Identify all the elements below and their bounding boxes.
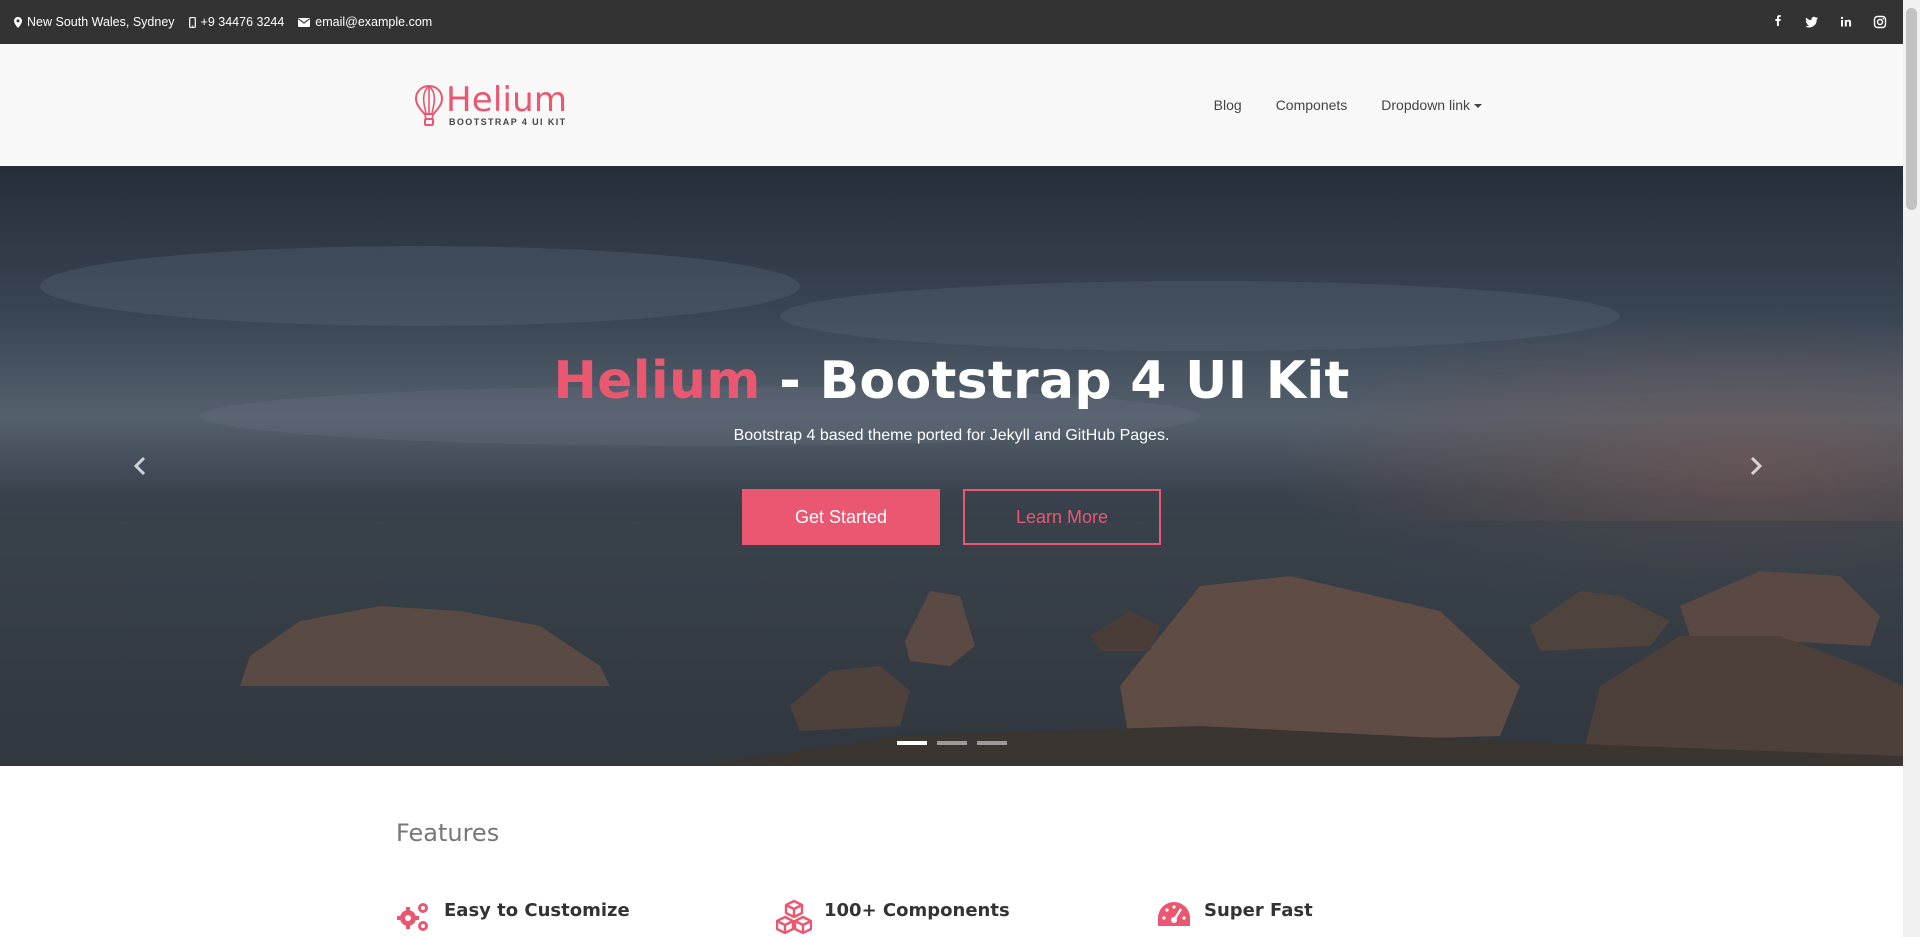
- feature-title: Easy to Customize: [444, 900, 630, 921]
- features-heading: Features: [396, 819, 500, 847]
- hero-title: Helium - Bootstrap 4 UI Kit: [0, 351, 1903, 411]
- learn-more-button[interactable]: Learn More: [963, 489, 1161, 545]
- feature-title: 100+ Components: [824, 900, 1010, 921]
- carousel-indicators: [897, 741, 1007, 745]
- linkedin-icon[interactable]: [1838, 14, 1854, 30]
- feature-title: Super Fast: [1204, 900, 1313, 921]
- top-contact-bar: New South Wales, Sydney +9 34476 3244 em…: [0, 0, 1903, 44]
- gears-icon: [397, 903, 428, 931]
- facebook-icon[interactable]: [1770, 14, 1786, 30]
- carousel-indicator-2[interactable]: [937, 741, 967, 745]
- hero-title-rest: - Bootstrap 4 UI Kit: [760, 351, 1350, 411]
- cubes-icon: [776, 899, 812, 934]
- hero-subtitle: Bootstrap 4 based theme ported for Jekyl…: [733, 427, 1170, 444]
- main-navbar: Helium BOOTSTRAP 4 UI KIT Blog Componets…: [0, 44, 1903, 166]
- dropdown-label: Dropdown link: [1381, 97, 1470, 113]
- location-text: New South Wales, Sydney: [27, 15, 175, 29]
- hero-title-accent: Helium: [553, 351, 761, 411]
- map-marker-icon: [14, 16, 22, 28]
- hero-carousel: Helium - Bootstrap 4 UI Kit Bootstrap 4 …: [0, 166, 1903, 766]
- tachometer-icon: [1158, 902, 1190, 926]
- brand-text: Helium BOOTSTRAP 4 UI KIT: [446, 80, 568, 127]
- instagram-icon[interactable]: [1872, 14, 1888, 30]
- feature-item: Easy to Customize: [396, 898, 630, 934]
- carousel-next-button[interactable]: [1746, 454, 1766, 478]
- phone-text: +9 34476 3244: [200, 15, 285, 29]
- caret-down-icon: [1474, 104, 1482, 108]
- page-scrollbar[interactable]: [1903, 0, 1920, 937]
- get-started-button[interactable]: Get Started: [742, 489, 940, 545]
- primary-nav: Blog Componets Dropdown link: [1214, 44, 1482, 166]
- nav-item-dropdown[interactable]: Dropdown link: [1381, 97, 1482, 113]
- hero-buttons: Get Started Learn More: [742, 489, 1161, 545]
- brand-name: Helium: [446, 80, 568, 120]
- feature-item: 100+ Components: [776, 898, 1010, 934]
- contact-info: New South Wales, Sydney +9 34476 3244 em…: [14, 0, 432, 44]
- nav-item-componets[interactable]: Componets: [1276, 97, 1348, 113]
- mobile-phone-icon: [188, 16, 196, 28]
- email-item[interactable]: email@example.com: [298, 15, 432, 29]
- carousel-indicator-3[interactable]: [977, 741, 1007, 745]
- twitter-icon[interactable]: [1804, 14, 1820, 30]
- carousel-indicator-1[interactable]: [897, 741, 927, 745]
- scrollbar-thumb[interactable]: [1906, 8, 1917, 210]
- envelope-icon: [298, 17, 311, 27]
- feature-item: Super Fast: [1156, 898, 1313, 934]
- social-links: [1770, 0, 1888, 44]
- brand-tagline: BOOTSTRAP 4 UI KIT: [449, 117, 567, 127]
- chevron-right-icon: [1750, 456, 1763, 476]
- hero-caption: Helium - Bootstrap 4 UI Kit Bootstrap 4 …: [0, 166, 1903, 766]
- carousel-prev-button[interactable]: [130, 454, 150, 478]
- nav-item-blog[interactable]: Blog: [1214, 97, 1242, 113]
- email-text[interactable]: email@example.com: [315, 15, 432, 29]
- chevron-left-icon: [133, 456, 146, 476]
- hot-air-balloon-icon: [414, 84, 444, 126]
- phone-item: +9 34476 3244: [188, 15, 285, 29]
- location-item: New South Wales, Sydney: [14, 15, 175, 29]
- brand-logo[interactable]: Helium BOOTSTRAP 4 UI KIT: [413, 80, 568, 128]
